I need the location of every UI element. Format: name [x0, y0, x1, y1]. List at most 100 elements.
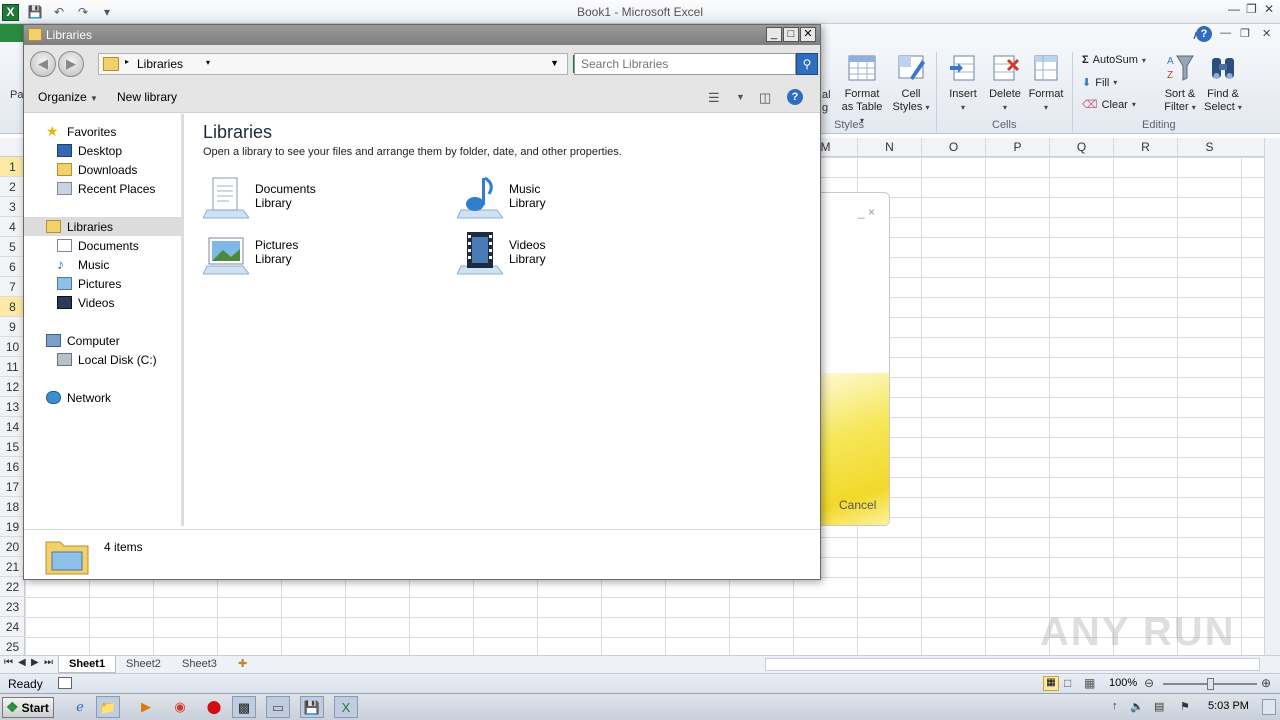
row-header[interactable]: 10 — [0, 337, 25, 357]
format-as-table-button[interactable]: Format as Table ▾ — [839, 52, 885, 127]
sheet-next-icon[interactable]: ▶ — [31, 657, 39, 668]
row-header[interactable]: 23 — [0, 597, 25, 617]
vertical-scrollbar[interactable] — [1264, 138, 1280, 657]
row-header[interactable]: 15 — [0, 437, 25, 457]
minimize-icon[interactable]: — — [1228, 2, 1240, 16]
explorer-title-bar[interactable]: Libraries _ □ ✕ — [24, 25, 820, 45]
page-break-view-icon[interactable]: ▦ — [1084, 676, 1095, 690]
row-header[interactable]: 1 — [0, 157, 25, 177]
command-prompt-icon[interactable]: ▩ — [232, 696, 256, 718]
row-header[interactable]: 25 — [0, 637, 25, 657]
help-icon[interactable]: ? — [1196, 26, 1212, 42]
insert-cells-button[interactable]: Insert ▾ — [940, 52, 986, 114]
sheet-first-icon[interactable]: ⏮ — [4, 657, 13, 668]
nav-downloads[interactable]: Downloads — [57, 160, 137, 179]
sheet-tab[interactable]: Sheet1 — [58, 656, 117, 673]
ribbon-minimize-window-icon[interactable]: — — [1220, 27, 1231, 39]
forward-icon[interactable]: ▶ — [58, 51, 84, 77]
opera-icon[interactable]: ⬤ — [202, 696, 226, 718]
zoom-slider-thumb[interactable] — [1207, 678, 1214, 690]
column-header[interactable]: S — [1177, 138, 1241, 157]
help-icon[interactable]: ? — [787, 89, 803, 105]
library-item-videos[interactable]: Videos Library — [456, 230, 657, 276]
row-header[interactable]: 6 — [0, 257, 25, 277]
row-header[interactable]: 14 — [0, 417, 25, 437]
page-layout-view-icon[interactable]: □ — [1064, 676, 1071, 690]
nav-videos[interactable]: Videos — [57, 293, 114, 312]
view-options-dropdown-icon[interactable]: ▼ — [736, 92, 745, 102]
sheet-tab[interactable]: Sheet3 — [172, 656, 227, 673]
maximize-icon[interactable]: □ — [783, 27, 799, 42]
sheet-last-icon[interactable]: ⏭ — [44, 657, 53, 668]
nav-desktop[interactable]: Desktop — [57, 141, 122, 160]
start-button[interactable]: ❖ Start — [2, 697, 54, 718]
sort-filter-button[interactable]: AZ Sort & Filter ▾ — [1157, 52, 1203, 114]
format-cells-button[interactable]: Format ▾ — [1023, 52, 1069, 114]
row-header[interactable]: 21 — [0, 557, 25, 577]
row-header[interactable]: 5 — [0, 237, 25, 257]
horizontal-scrollbar[interactable] — [765, 658, 1260, 671]
library-item-pictures[interactable]: Pictures Library — [202, 230, 403, 276]
row-header[interactable]: 8 — [0, 297, 25, 317]
row-header[interactable]: 20 — [0, 537, 25, 557]
explorer-taskbar-icon[interactable]: 📁 — [96, 696, 120, 718]
show-desktop-button[interactable] — [1262, 699, 1276, 715]
nav-music[interactable]: ♪ Music — [57, 255, 109, 274]
normal-view-icon[interactable]: ▦ — [1043, 676, 1059, 691]
row-header[interactable]: 11 — [0, 357, 25, 377]
breadcrumb-libraries[interactable]: Libraries — [137, 57, 183, 71]
restore-icon[interactable]: ❐ — [1246, 2, 1257, 16]
excel-taskbar-icon[interactable]: X — [334, 696, 358, 718]
row-header[interactable]: 13 — [0, 397, 25, 417]
window-taskbar-icon[interactable]: ▭ — [266, 696, 290, 718]
dialog-minimize-close-icon[interactable]: _ × — [858, 205, 875, 219]
address-bar[interactable]: ▸ Libraries ▾ ▼ — [98, 53, 568, 75]
chrome-icon[interactable]: ◉ — [168, 696, 192, 718]
search-icon[interactable]: ⚲ — [796, 53, 818, 75]
ribbon-close-icon[interactable]: ✕ — [1262, 27, 1271, 40]
row-header[interactable]: 16 — [0, 457, 25, 477]
nav-libraries[interactable]: Libraries — [24, 217, 181, 236]
library-item-documents[interactable]: Documents Library — [202, 174, 403, 220]
change-view-icon[interactable]: ☰ — [708, 90, 720, 106]
save-dialog-taskbar-icon[interactable]: 💾 — [300, 696, 324, 718]
zoom-in-icon[interactable]: ⊕ — [1261, 676, 1271, 690]
close-icon[interactable]: ✕ — [1264, 2, 1274, 16]
row-header[interactable]: 7 — [0, 277, 25, 297]
breadcrumb-dropdown-icon[interactable]: ▾ — [206, 58, 210, 67]
minimize-icon[interactable]: _ — [766, 27, 782, 42]
row-header[interactable]: 3 — [0, 197, 25, 217]
breadcrumb-chevron-icon[interactable]: ▸ — [125, 57, 129, 66]
zoom-level[interactable]: 100% — [1109, 677, 1137, 689]
new-library-button[interactable]: New library — [117, 90, 177, 104]
column-header[interactable]: N — [857, 138, 921, 157]
clock[interactable]: 5:03 PM — [1208, 700, 1249, 712]
search-input[interactable] — [574, 53, 796, 75]
nav-computer[interactable]: Computer — [46, 331, 120, 350]
find-select-button[interactable]: Find & Select ▾ — [1200, 52, 1246, 114]
volume-icon[interactable]: 🔈 — [1130, 700, 1144, 713]
nav-documents[interactable]: Documents — [57, 236, 139, 255]
row-header[interactable]: 22 — [0, 577, 25, 597]
close-icon[interactable]: ✕ — [800, 27, 816, 42]
autosum-button[interactable]: Σ AutoSum ▾ — [1082, 54, 1146, 66]
row-header[interactable]: 19 — [0, 517, 25, 537]
row-header[interactable]: 12 — [0, 377, 25, 397]
row-header[interactable]: 4 — [0, 217, 25, 237]
column-header[interactable]: Q — [1049, 138, 1113, 157]
cell-styles-button[interactable]: Cell Styles ▾ — [888, 52, 934, 114]
address-history-dropdown-icon[interactable]: ▼ — [550, 58, 559, 68]
organize-button[interactable]: Organize ▼ — [38, 90, 98, 104]
network-tray-icon[interactable]: ▤ — [1154, 700, 1164, 713]
zoom-out-icon[interactable]: ⊖ — [1144, 676, 1154, 690]
clear-button[interactable]: ⌫ Clear ▾ — [1082, 98, 1136, 112]
show-hidden-icons[interactable]: ↑ — [1112, 700, 1118, 712]
nav-favorites[interactable]: ★ Favorites — [46, 122, 116, 141]
column-header[interactable]: P — [985, 138, 1049, 157]
action-center-flag-icon[interactable]: ⚑ — [1180, 700, 1190, 713]
sheet-tab[interactable]: Sheet2 — [116, 656, 171, 673]
nav-pictures[interactable]: Pictures — [57, 274, 121, 293]
library-item-music[interactable]: Music Library — [456, 174, 657, 220]
row-header[interactable]: 9 — [0, 317, 25, 337]
fill-button[interactable]: ⬇ Fill ▾ — [1082, 76, 1117, 90]
